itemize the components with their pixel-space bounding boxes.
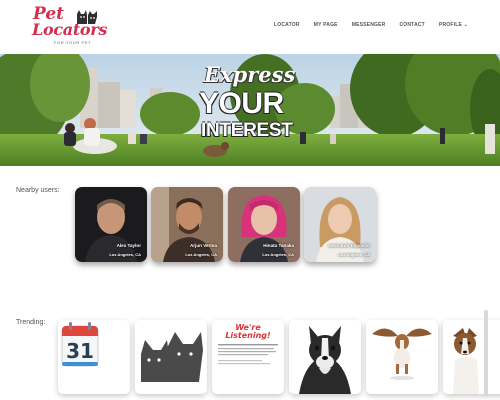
- user-name: Leonardo Esposito: [328, 243, 370, 248]
- user-location: Los Angeles, CA: [185, 252, 217, 257]
- nav-messenger[interactable]: MESSENGER: [352, 22, 386, 28]
- trending-card[interactable]: 31: [58, 320, 130, 394]
- logo-tagline: FOR YOUR PET: [54, 40, 92, 45]
- user-photo: [228, 187, 300, 262]
- logo-word-locators: Locators: [32, 20, 108, 39]
- pets-icon: [141, 332, 203, 382]
- trending-card[interactable]: [135, 320, 207, 394]
- hero-title-express: Express: [204, 62, 296, 87]
- site-header: Pet Locators FOR YOUR PET LOCATOR MY PAG…: [0, 0, 500, 54]
- nav-my-page[interactable]: MY PAGE: [314, 22, 338, 28]
- hero-title-your: YOUR: [199, 87, 284, 120]
- user-card[interactable]: Leonardo Esposito Los Angeles, CA: [304, 187, 376, 262]
- user-name: Alex Taylor: [116, 243, 141, 248]
- user-name: Hinata Tanaka: [263, 243, 294, 248]
- trending-card[interactable]: [366, 320, 438, 394]
- site-logo[interactable]: Pet Locators FOR YOUR PET: [30, 6, 110, 48]
- user-location: Los Angeles, CA: [338, 252, 370, 257]
- user-photo: [75, 187, 147, 262]
- nearby-users-label: Nearby users:: [16, 187, 60, 194]
- nav-contact[interactable]: CONTACT: [399, 22, 424, 28]
- trending-card[interactable]: [289, 320, 361, 394]
- hero-title-interest: INTEREST: [201, 120, 293, 141]
- trending-card[interactable]: We're Listening!: [212, 320, 284, 394]
- flying-dog-photo: [366, 320, 438, 394]
- trending-card[interactable]: [443, 320, 500, 394]
- nav-profile[interactable]: PROFILE ⌄: [439, 22, 468, 28]
- user-photo: [304, 187, 376, 262]
- boston-terrier-photo: [289, 320, 361, 394]
- user-location: Los Angeles, CA: [262, 252, 294, 257]
- user-location: Los Angeles, CA: [109, 252, 141, 257]
- hero-banner: Express YOUR INTEREST: [0, 54, 500, 166]
- jack-russell-photo: [443, 320, 500, 394]
- user-card[interactable]: Hinata Tanaka Los Angeles, CA: [228, 187, 300, 262]
- nav-locator[interactable]: LOCATOR: [274, 22, 300, 28]
- user-card[interactable]: Arjun Verma Los Angeles, CA: [151, 187, 223, 262]
- calendar-day-number: 31: [66, 339, 94, 363]
- main-nav: LOCATOR MY PAGE MESSENGER CONTACT PROFIL…: [274, 22, 468, 28]
- listening-title: We're Listening!: [225, 323, 271, 340]
- user-photo: [151, 187, 223, 262]
- user-card[interactable]: Alex Taylor Los Angeles, CA: [75, 187, 147, 262]
- trending-label: Trending:: [16, 319, 46, 326]
- user-name: Arjun Verma: [189, 243, 217, 248]
- trending-scrollbar[interactable]: [484, 310, 488, 396]
